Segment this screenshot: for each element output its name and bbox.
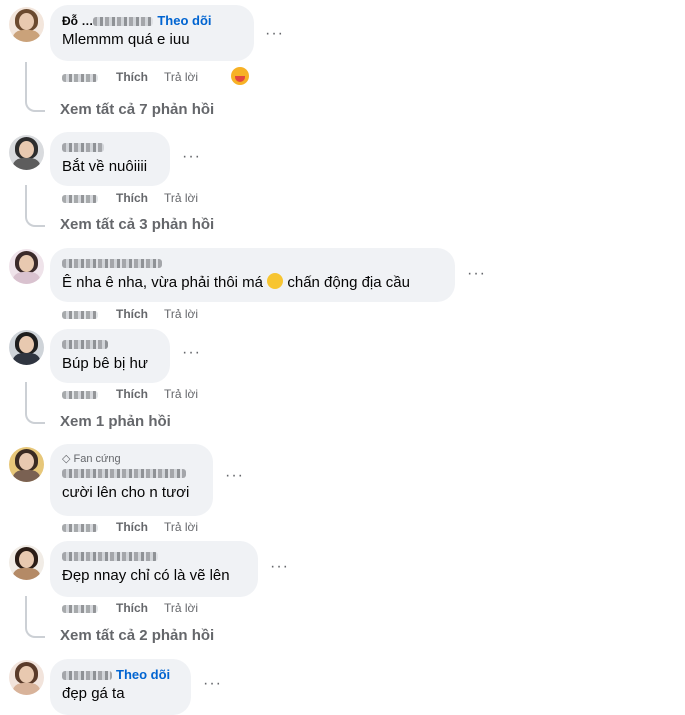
comment-author[interactable]: Đỗ … Theo dõi — [62, 13, 242, 28]
view-replies-link[interactable]: Xem tất cả 7 phản hồi — [60, 101, 214, 118]
thread-line — [25, 62, 45, 112]
more-options-icon[interactable]: ··· — [182, 149, 202, 167]
comment-bubble: ◇ Fan cứng cười lên cho n tươi — [50, 444, 213, 516]
like-button[interactable]: Thích — [116, 191, 148, 205]
timestamp — [62, 604, 98, 613]
reply-button[interactable]: Trả lời — [164, 307, 198, 321]
like-button[interactable]: Thích — [116, 70, 148, 84]
comment-text: Bắt về nuôiiii — [62, 158, 148, 175]
comment-actions: Thích Trả lời — [62, 70, 214, 84]
avatar[interactable] — [9, 135, 44, 170]
comment-text: Ê nha ê nha, vừa phải thôi má chấn động … — [62, 273, 410, 291]
reply-button[interactable]: Trả lời — [164, 191, 198, 205]
like-button[interactable]: Thích — [116, 387, 148, 401]
like-button[interactable]: Thích — [116, 307, 148, 321]
thread-line — [25, 382, 45, 424]
reply-button[interactable]: Trả lời — [164, 70, 198, 84]
timestamp — [62, 194, 98, 203]
follow-button[interactable]: Theo dõi — [116, 667, 170, 682]
avatar[interactable] — [9, 447, 44, 482]
comment-author[interactable] — [62, 256, 443, 271]
avatar[interactable] — [9, 660, 44, 695]
more-options-icon[interactable]: ··· — [182, 345, 202, 363]
avatar[interactable] — [9, 330, 44, 365]
avatar[interactable] — [9, 545, 44, 580]
comment-text: Đẹp nnay chỉ có là vẽ lên — [62, 567, 230, 584]
comment-bubble: Theo dõi đẹp gá ta — [50, 659, 191, 715]
more-options-icon[interactable]: ··· — [203, 676, 223, 694]
fan-badge: ◇ Fan cứng — [62, 453, 121, 465]
more-options-icon[interactable]: ··· — [225, 468, 245, 486]
comment-actions: Thích Trả lời — [62, 601, 214, 615]
follow-button[interactable]: Theo dõi — [157, 13, 211, 28]
comment-author[interactable]: Theo dõi — [62, 667, 179, 682]
comment-bubble: Đẹp nnay chỉ có là vẽ lên — [50, 541, 258, 597]
thread-line — [25, 185, 45, 227]
avatar[interactable] — [9, 249, 44, 284]
view-replies-link[interactable]: Xem 1 phản hồi — [60, 413, 171, 430]
view-replies-link[interactable]: Xem tất cả 2 phản hồi — [60, 627, 214, 644]
reply-button[interactable]: Trả lời — [164, 387, 198, 401]
comment-bubble: Búp bê bị hư — [50, 329, 170, 383]
comment-actions: Thích Trả lời — [62, 307, 214, 321]
comment-text: Búp bê bị hư — [62, 355, 148, 372]
like-button[interactable]: Thích — [116, 601, 148, 615]
comment-text: Mlemmm quá e iuu — [62, 31, 190, 48]
comment-actions: Thích Trả lời — [62, 520, 214, 534]
thread-line — [25, 596, 45, 638]
more-options-icon[interactable]: ··· — [467, 266, 487, 284]
comment-text: đẹp gá ta — [62, 685, 125, 702]
pleading-face-emoji-icon — [267, 273, 284, 289]
comment-actions: Thích Trả lời — [62, 191, 214, 205]
more-options-icon[interactable]: ··· — [270, 559, 290, 577]
comment-bubble: Bắt về nuôiiii — [50, 132, 170, 186]
reply-button[interactable]: Trả lời — [164, 601, 198, 615]
reply-button[interactable]: Trả lời — [164, 520, 198, 534]
comment-author[interactable] — [62, 140, 158, 155]
timestamp — [62, 390, 98, 399]
comment-actions: Thích Trả lời — [62, 387, 214, 401]
comment-author[interactable] — [62, 466, 201, 481]
more-options-icon[interactable]: ··· — [265, 26, 285, 44]
comment-text: cười lên cho n tươi — [62, 484, 190, 501]
comment-bubble: Đỗ … Theo dõi Mlemmm quá e iuu — [50, 5, 254, 61]
view-replies-link[interactable]: Xem tất cả 3 phản hồi — [60, 216, 214, 233]
comment-author[interactable] — [62, 549, 246, 564]
timestamp — [62, 310, 98, 319]
comment-bubble: Ê nha ê nha, vừa phải thôi má chấn động … — [50, 248, 455, 302]
avatar[interactable] — [9, 7, 44, 42]
like-button[interactable]: Thích — [116, 520, 148, 534]
heart-hug-emoji-icon — [231, 67, 249, 85]
timestamp — [62, 73, 98, 82]
diamond-icon: ◇ — [62, 453, 71, 465]
timestamp — [62, 523, 98, 532]
comment-author[interactable] — [62, 337, 158, 352]
